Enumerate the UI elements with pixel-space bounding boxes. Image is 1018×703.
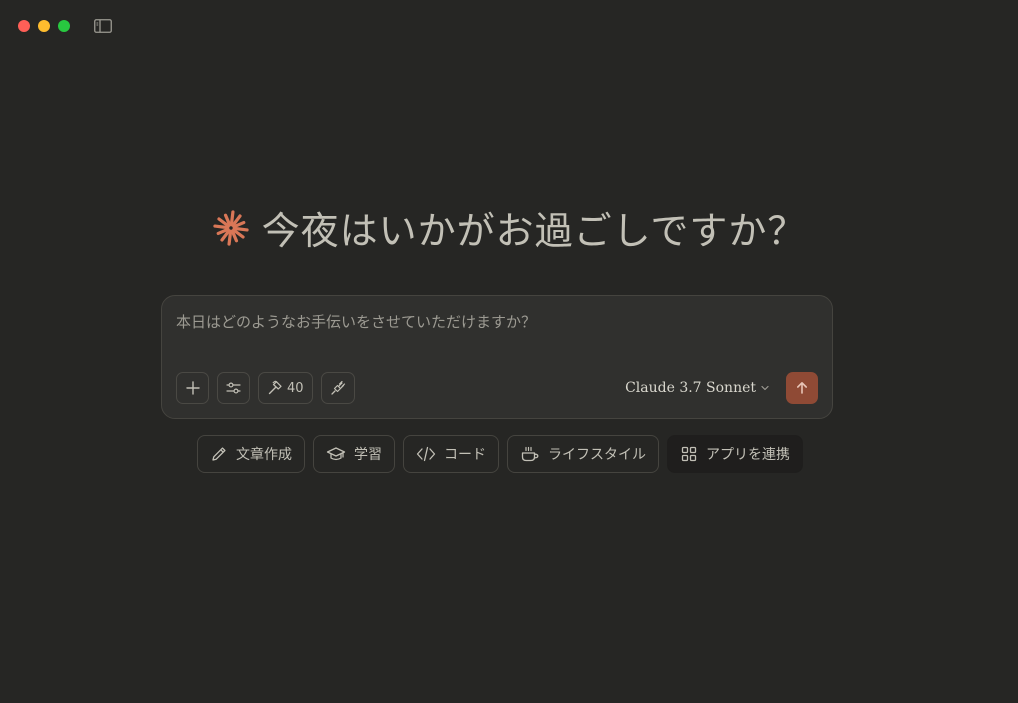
chip-learning[interactable]: 学習: [313, 435, 395, 473]
arrow-up-icon: [797, 382, 807, 394]
window-controls: [18, 20, 70, 32]
plug-icon: [330, 380, 345, 395]
sliders-icon: [226, 382, 241, 394]
spark-ray: [227, 229, 232, 246]
maximize-window-button[interactable]: [58, 20, 70, 32]
chip-lifestyle[interactable]: ライフスタイル: [507, 435, 659, 473]
chip-label: アプリを連携: [706, 447, 790, 463]
suggestion-chips: 文章作成 学習 コード ライフスタイル アプリを連携: [197, 435, 803, 473]
spark-ray: [232, 226, 249, 232]
plus-icon: [185, 381, 200, 395]
chip-label: 文章作成: [236, 447, 292, 463]
chip-code[interactable]: コード: [403, 435, 499, 473]
tools-count: 40: [287, 380, 304, 396]
apps-grid-icon: [681, 446, 697, 462]
greeting: 今夜はいかがお過ごしですか？: [0, 200, 1018, 255]
integrations-button[interactable]: [320, 372, 355, 404]
spark-ray: [212, 223, 229, 229]
chip-label: ライフスタイル: [548, 447, 646, 463]
coffee-cup-icon: [521, 446, 539, 462]
send-button[interactable]: [786, 372, 818, 404]
minimize-window-button[interactable]: [38, 20, 50, 32]
hammer-icon: [268, 380, 282, 395]
sidebar-icon: [94, 19, 112, 33]
graduation-cap-icon: [326, 447, 346, 461]
greeting-text: 今夜はいかがお過ごしですか？: [261, 209, 807, 253]
model-selector[interactable]: Claude 3.7 Sonnet: [625, 380, 770, 396]
spark-ray: [229, 209, 235, 226]
tools-button[interactable]: 40: [258, 372, 313, 404]
add-button[interactable]: [176, 372, 209, 404]
model-name: Claude 3.7 Sonnet: [625, 380, 756, 396]
composer-tools: 40: [176, 372, 355, 404]
close-window-button[interactable]: [18, 20, 30, 32]
pencil-icon: [212, 447, 226, 461]
chevron-down-icon: [761, 385, 769, 391]
claude-spark-icon: [212, 209, 249, 246]
code-icon: [416, 446, 436, 462]
chip-label: コード: [444, 447, 486, 463]
sidebar-toggle-button[interactable]: [93, 17, 113, 35]
chip-connect-apps[interactable]: アプリを連携: [667, 435, 803, 473]
app-window: 今夜はいかがお過ごしですか？ 本日はどのようなお手伝いをさせていただけますか？ …: [0, 0, 1018, 703]
prompt-input[interactable]: [176, 310, 816, 334]
settings-button[interactable]: [217, 372, 250, 404]
chip-label: 学習: [354, 447, 382, 463]
composer: 40 Claude 3.7 Sonnet: [161, 295, 833, 419]
chip-writing[interactable]: 文章作成: [197, 435, 305, 473]
